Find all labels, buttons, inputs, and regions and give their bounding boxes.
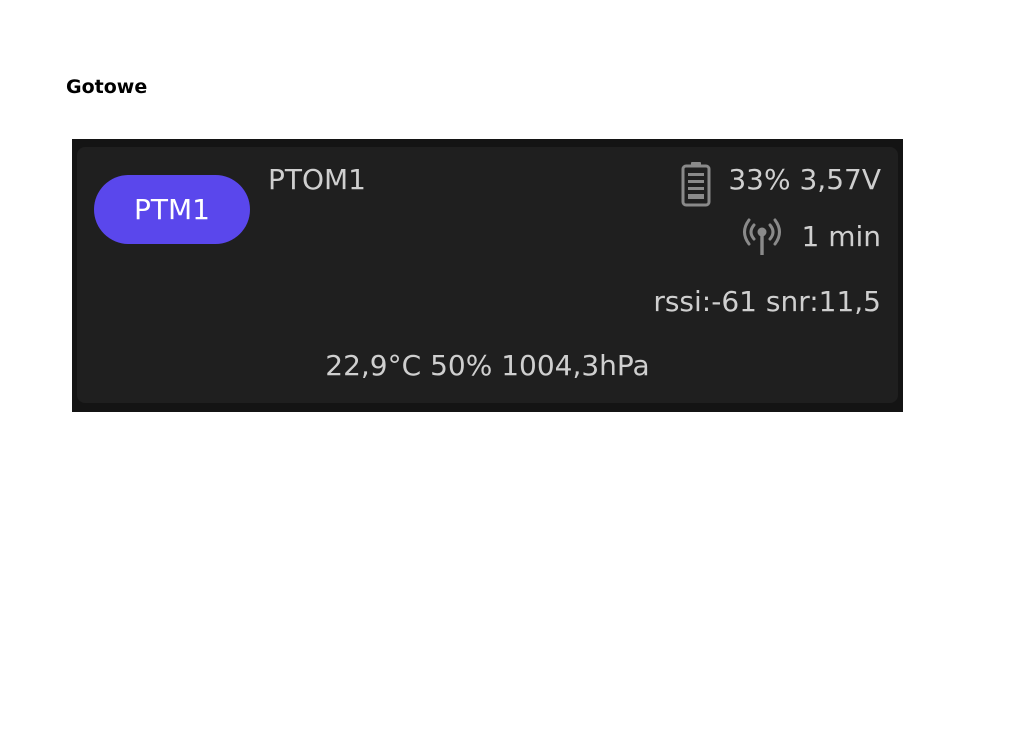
signal-quality: rssi:-61 snr:11,5 <box>653 285 881 318</box>
page-title: Gotowe <box>66 76 148 98</box>
battery-icon <box>681 162 711 207</box>
device-card-screenshot: PTM1 PTOM1 33% 3,57V 1 min rssi:-61 snr:… <box>72 139 903 412</box>
device-card[interactable]: PTM1 PTOM1 33% 3,57V 1 min rssi:-61 snr:… <box>77 147 898 403</box>
device-name: PTOM1 <box>268 163 366 196</box>
device-chip[interactable]: PTM1 <box>94 175 250 244</box>
signal-antenna-icon <box>743 218 781 255</box>
last-seen: 1 min <box>801 220 881 253</box>
sensor-readings: 22,9°C 50% 1004,3hPa <box>325 349 650 382</box>
battery-status: 33% 3,57V <box>728 163 881 196</box>
